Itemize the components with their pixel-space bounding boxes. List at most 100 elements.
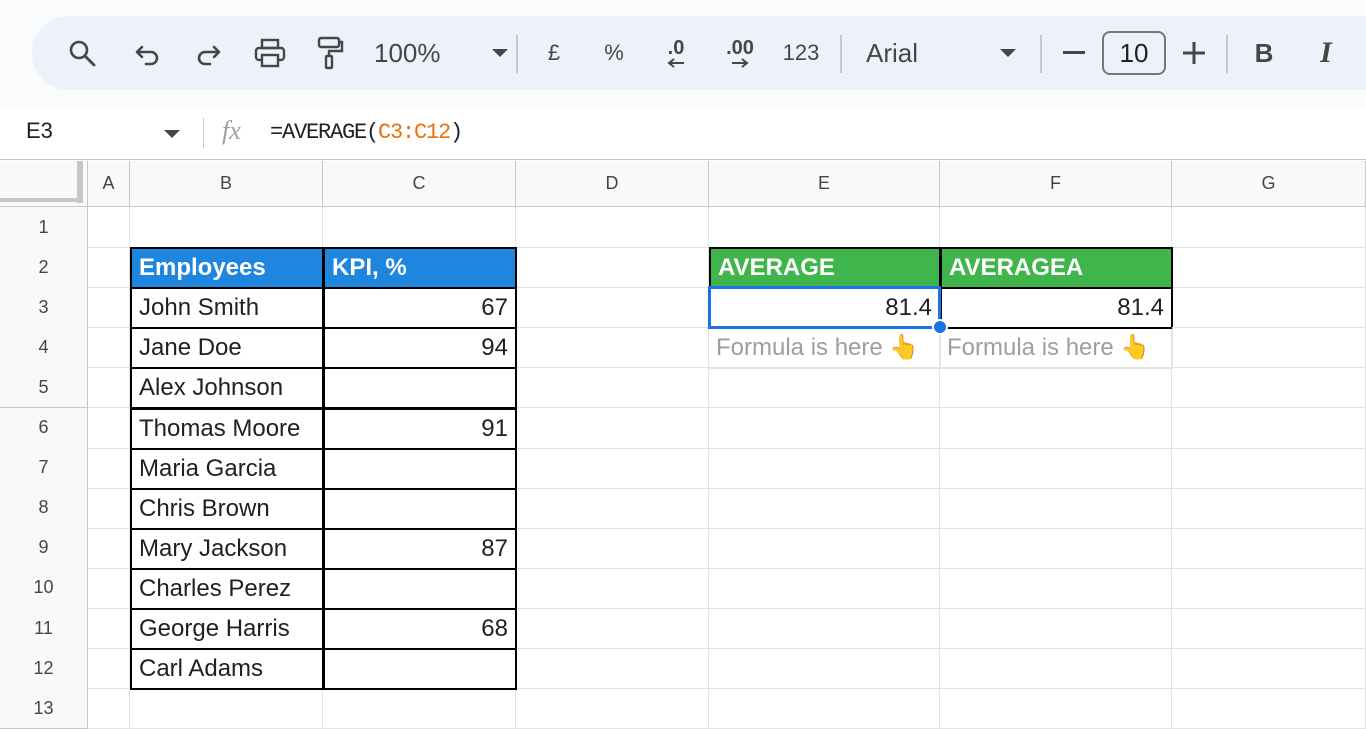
employee-name-cell[interactable]: John Smith	[130, 287, 324, 330]
cell-d5[interactable]	[516, 367, 709, 409]
paint-format-icon[interactable]	[310, 16, 350, 90]
employee-name-cell[interactable]: Maria Garcia	[130, 447, 324, 490]
cell-g4[interactable]	[1172, 327, 1366, 369]
employee-name-cell[interactable]: Chris Brown	[130, 487, 324, 530]
cell-g3[interactable]	[1172, 287, 1366, 329]
cell-d13[interactable]	[516, 688, 709, 729]
cell-a12[interactable]	[88, 648, 130, 690]
cell-e5[interactable]	[709, 367, 940, 409]
row-header-8[interactable]: 8	[0, 487, 88, 529]
row-header-6[interactable]: 6	[0, 407, 88, 449]
table-header-employees[interactable]: Employees	[130, 247, 324, 290]
cell-a8[interactable]	[88, 487, 130, 529]
formula-input[interactable]: =AVERAGE(C3:C12)	[270, 120, 463, 145]
currency-format-button[interactable]: £	[534, 16, 574, 90]
cell-a9[interactable]	[88, 527, 130, 569]
row-header-11[interactable]: 11	[0, 608, 88, 649]
employee-name-cell[interactable]: Jane Doe	[130, 327, 324, 370]
employee-name-cell[interactable]: Mary Jackson	[130, 527, 324, 570]
cell-f7[interactable]	[940, 447, 1172, 489]
chevron-down-icon[interactable]	[164, 130, 180, 138]
cell-a3[interactable]	[88, 287, 130, 329]
kpi-value-cell[interactable]: 67	[323, 287, 517, 330]
kpi-value-cell[interactable]	[323, 447, 517, 490]
name-box[interactable]: E3	[26, 118, 53, 144]
cell-e12[interactable]	[709, 648, 940, 690]
cell-d11[interactable]	[516, 608, 709, 649]
cell-g2[interactable]	[1172, 247, 1366, 289]
cell-g13[interactable]	[1172, 688, 1366, 729]
bold-button[interactable]: B	[1246, 16, 1282, 90]
cell-d10[interactable]	[516, 567, 709, 609]
cell-c1[interactable]	[323, 207, 516, 248]
column-header-g[interactable]: G	[1172, 161, 1366, 207]
averagea-result-cell[interactable]: 81.4	[940, 287, 1173, 330]
employee-name-cell[interactable]: Alex Johnson	[130, 367, 324, 410]
kpi-value-cell[interactable]: 91	[323, 407, 517, 450]
cell-e10[interactable]	[709, 567, 940, 609]
table-header-kpi[interactable]: KPI, %	[323, 247, 517, 290]
row-header-10[interactable]: 10	[0, 567, 88, 609]
cell-g11[interactable]	[1172, 608, 1366, 649]
average-note[interactable]: Formula is here 👆	[709, 327, 941, 370]
column-header-a[interactable]: A	[88, 161, 130, 207]
row-header-1[interactable]: 1	[0, 207, 88, 248]
average-result-cell[interactable]: 81.4	[709, 287, 941, 330]
cell-a1[interactable]	[88, 207, 130, 248]
row-header-2[interactable]: 2	[0, 247, 88, 289]
cell-a10[interactable]	[88, 567, 130, 609]
column-header-b[interactable]: B	[130, 161, 323, 207]
cell-a5[interactable]	[88, 367, 130, 409]
cell-b13[interactable]	[130, 688, 323, 729]
row-header-7[interactable]: 7	[0, 447, 88, 489]
cell-d12[interactable]	[516, 648, 709, 690]
cell-f8[interactable]	[940, 487, 1172, 529]
select-all-corner[interactable]	[0, 161, 88, 207]
cell-a7[interactable]	[88, 447, 130, 489]
cell-f11[interactable]	[940, 608, 1172, 649]
cell-e11[interactable]	[709, 608, 940, 649]
row-header-12[interactable]: 12	[0, 648, 88, 690]
cell-g6[interactable]	[1172, 407, 1366, 449]
cell-g9[interactable]	[1172, 527, 1366, 569]
cell-g10[interactable]	[1172, 567, 1366, 609]
cell-e13[interactable]	[709, 688, 940, 729]
employee-name-cell[interactable]: George Harris	[130, 608, 324, 650]
font-size-input[interactable]: 10	[1102, 31, 1166, 75]
cell-a6[interactable]	[88, 407, 130, 449]
column-header-e[interactable]: E	[709, 161, 940, 207]
cell-f10[interactable]	[940, 567, 1172, 609]
cell-e6[interactable]	[709, 407, 940, 449]
column-header-f[interactable]: F	[940, 161, 1172, 207]
cell-g12[interactable]	[1172, 648, 1366, 690]
number-format-button[interactable]: 123	[778, 16, 824, 90]
cell-a13[interactable]	[88, 688, 130, 729]
cell-e7[interactable]	[709, 447, 940, 489]
average-header[interactable]: AVERAGE	[709, 247, 941, 290]
percent-format-button[interactable]: %	[594, 16, 634, 90]
cell-f12[interactable]	[940, 648, 1172, 690]
cell-f6[interactable]	[940, 407, 1172, 449]
cell-f13[interactable]	[940, 688, 1172, 729]
increase-font-size-button[interactable]	[1176, 16, 1212, 90]
cell-a4[interactable]	[88, 327, 130, 369]
kpi-value-cell[interactable]: 94	[323, 327, 517, 370]
decrease-font-size-button[interactable]	[1056, 16, 1092, 90]
decrease-decimal-button[interactable]: .0	[654, 16, 698, 90]
row-header-9[interactable]: 9	[0, 527, 88, 569]
cell-b1[interactable]	[130, 207, 323, 248]
cell-a11[interactable]	[88, 608, 130, 649]
cell-d8[interactable]	[516, 487, 709, 529]
kpi-value-cell[interactable]	[323, 487, 517, 530]
cell-g8[interactable]	[1172, 487, 1366, 529]
zoom-select[interactable]: 100%	[374, 16, 508, 90]
column-header-c[interactable]: C	[323, 161, 516, 207]
row-header-4[interactable]: 4	[0, 327, 88, 369]
row-header-3[interactable]: 3	[0, 287, 88, 329]
cell-f1[interactable]	[940, 207, 1172, 248]
cell-d3[interactable]	[516, 287, 709, 329]
cell-d4[interactable]	[516, 327, 709, 369]
employee-name-cell[interactable]: Carl Adams	[130, 648, 324, 691]
kpi-value-cell[interactable]: 87	[323, 527, 517, 570]
undo-icon[interactable]	[128, 16, 168, 90]
